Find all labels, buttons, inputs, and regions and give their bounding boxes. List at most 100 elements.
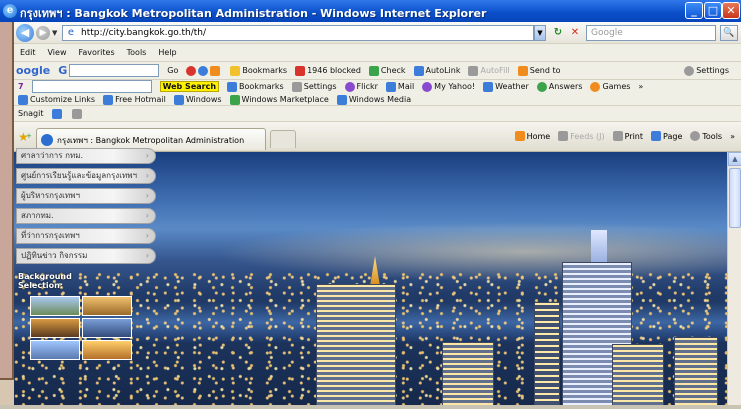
- background-thumbnail[interactable]: [30, 296, 80, 316]
- background-thumbnail[interactable]: [82, 340, 132, 360]
- link-free-hotmail[interactable]: Free Hotmail: [103, 94, 166, 105]
- stop-icon[interactable]: ✕: [568, 26, 582, 40]
- background-thumbnail[interactable]: [30, 318, 80, 338]
- mail-label: Mail: [397, 82, 415, 91]
- gear-icon: [690, 131, 701, 141]
- popup-blocker-button[interactable]: 1946 blocked: [295, 65, 361, 76]
- snagit-capture-button[interactable]: [51, 108, 64, 119]
- side-menu-item[interactable]: ศูนย์การเรียนรู้และข้อมูลกรุงเทพฯ ›: [16, 168, 156, 184]
- menu-edit[interactable]: Edit: [18, 48, 38, 57]
- mail-button[interactable]: Mail: [385, 81, 415, 92]
- background-thumbnail[interactable]: [30, 340, 80, 360]
- snagit-options-button[interactable]: [71, 108, 84, 119]
- autolink-button[interactable]: AutoLink: [413, 65, 460, 76]
- printer-icon: [612, 131, 623, 141]
- flickr-button[interactable]: Flickr: [344, 81, 378, 92]
- side-menu-item[interactable]: ที่ว่าการกรุงเทพฯ ›: [16, 228, 156, 244]
- address-input[interactable]: e http://city.bangkok.go.th/th/: [62, 25, 534, 41]
- send-to-button[interactable]: Send to: [517, 65, 560, 76]
- weather-label: Weather: [495, 82, 529, 91]
- feeds-icon: [558, 131, 569, 141]
- tools-menu-button[interactable]: Tools: [690, 131, 722, 141]
- history-dropdown-icon[interactable]: ▼: [52, 29, 57, 37]
- minimize-button[interactable]: _: [685, 2, 703, 19]
- background-thumbnail[interactable]: [82, 318, 132, 338]
- left-decorative-panel: [0, 22, 14, 380]
- menu-bar: Edit View Favorites Tools Help: [14, 44, 741, 62]
- address-dropdown-icon[interactable]: ▼: [534, 25, 546, 41]
- command-more-button[interactable]: »: [730, 132, 735, 141]
- google-search-input[interactable]: [69, 64, 160, 77]
- url-text: http://city.bangkok.go.th/th/: [81, 28, 207, 38]
- link-windows[interactable]: Windows: [173, 94, 222, 105]
- yahoo-settings-button[interactable]: Settings: [291, 81, 337, 92]
- menu-view[interactable]: View: [46, 48, 69, 57]
- back-button[interactable]: ◀: [16, 24, 34, 42]
- scroll-up-icon[interactable]: ▲: [728, 152, 741, 166]
- link-windows-media[interactable]: Windows Media: [336, 94, 411, 105]
- close-icon: ✕: [726, 4, 736, 17]
- pagerank-icon[interactable]: [210, 65, 221, 76]
- tools-label: Tools: [702, 131, 723, 141]
- side-menu-label: ที่ว่าการกรุงเทพฯ: [21, 231, 80, 240]
- building: [316, 284, 396, 409]
- google-go-button[interactable]: Go: [167, 66, 178, 75]
- background-thumbnail[interactable]: [82, 296, 132, 316]
- maximize-icon: □: [707, 4, 719, 17]
- google-menu-icon[interactable]: G: [58, 64, 67, 77]
- scroll-thumb[interactable]: [729, 168, 741, 228]
- new-tab-button[interactable]: [270, 130, 296, 148]
- toolbar-more-button[interactable]: »: [638, 82, 643, 91]
- feeds-button[interactable]: Feeds (J): [558, 131, 605, 141]
- autofill-button[interactable]: AutoFill: [468, 65, 510, 76]
- side-menu-item[interactable]: ผู้บริหารกรุงเทพฯ ›: [16, 188, 156, 204]
- tab-label: กรุงเทพฯ : Bangkok Metropolitan Administ…: [57, 136, 245, 145]
- maximize-button[interactable]: □: [704, 2, 722, 19]
- globe-icon[interactable]: [198, 65, 209, 76]
- settings-button[interactable]: Settings: [684, 65, 729, 76]
- close-button[interactable]: ✕: [722, 2, 740, 19]
- gmail-icon[interactable]: [186, 65, 197, 76]
- side-menu-item[interactable]: ปฏิทินข่าว กิจกรรม ›: [16, 248, 156, 264]
- refresh-icon[interactable]: ↻: [550, 26, 566, 40]
- menu-favorites[interactable]: Favorites: [76, 48, 116, 57]
- page-menu-button[interactable]: Page: [651, 131, 682, 141]
- yahoo-search-input[interactable]: [31, 80, 152, 93]
- search-input[interactable]: Google: [586, 25, 716, 41]
- my-yahoo-button[interactable]: My Yahoo!: [422, 81, 475, 92]
- answers-button[interactable]: Answers: [536, 81, 582, 92]
- weather-button[interactable]: Weather: [483, 81, 529, 92]
- popups-blocked-label: 1946 blocked: [307, 66, 361, 75]
- forward-button[interactable]: ▶: [36, 26, 50, 40]
- menu-tools[interactable]: Tools: [125, 48, 149, 57]
- home-label: Home: [526, 131, 551, 141]
- home-icon: [514, 131, 525, 141]
- print-button[interactable]: Print: [612, 131, 643, 141]
- side-menu-item[interactable]: ศาลาว่าการ กทม. ›: [16, 148, 156, 164]
- vertical-scrollbar[interactable]: ▲: [727, 152, 741, 409]
- yahoo-settings-label: Settings: [303, 82, 337, 91]
- windows-label: Windows: [185, 95, 222, 104]
- search-icon[interactable]: 🔍: [720, 25, 738, 41]
- ie-page-icon: [103, 94, 114, 105]
- autofill-label: AutoFill: [480, 66, 510, 75]
- background-selection-label: Background Selection:: [18, 272, 72, 290]
- link-windows-marketplace[interactable]: Windows Marketplace: [229, 94, 329, 105]
- web-search-button[interactable]: Web Search: [159, 81, 220, 92]
- link-customize[interactable]: Customize Links: [18, 94, 95, 105]
- side-menu-label: ผู้บริหารกรุงเทพฯ: [21, 191, 80, 200]
- yahoo-bookmarks-button[interactable]: Bookmarks: [227, 81, 284, 92]
- background-label-line2: Selection:: [18, 281, 64, 290]
- tab-bangkok[interactable]: กรุงเทพฯ : Bangkok Metropolitan Administ…: [36, 128, 266, 150]
- bookmarks-button[interactable]: Bookmarks: [230, 65, 287, 76]
- side-menu-item[interactable]: สภากทม. ›: [16, 208, 156, 224]
- windows-logo-icon: [229, 94, 240, 105]
- spell-check-button[interactable]: Check: [368, 65, 406, 76]
- answers-icon: [536, 81, 547, 92]
- menu-help[interactable]: Help: [156, 48, 178, 57]
- popup-blocked-icon: [295, 65, 306, 76]
- home-button[interactable]: Home: [514, 131, 551, 141]
- autofill-icon: [468, 65, 479, 76]
- add-favorite-icon[interactable]: +: [26, 132, 32, 140]
- games-button[interactable]: Games: [590, 81, 630, 92]
